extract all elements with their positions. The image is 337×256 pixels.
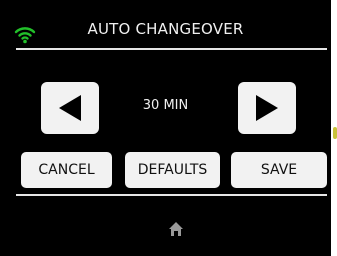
defaults-button[interactable]: DEFAULTS xyxy=(125,152,220,188)
cancel-button[interactable]: CANCEL xyxy=(21,152,112,188)
page-title: AUTO CHANGEOVER xyxy=(87,20,244,38)
side-indicator xyxy=(333,127,337,139)
save-button[interactable]: SAVE xyxy=(231,152,327,188)
header-bar: AUTO CHANGEOVER xyxy=(0,0,331,48)
arrow-right-icon xyxy=(256,95,278,121)
footer-divider xyxy=(16,194,327,196)
thermostat-screen: AUTO CHANGEOVER 30 MIN CANCEL DEFAULTS S… xyxy=(0,0,331,256)
home-icon[interactable] xyxy=(168,221,184,237)
header-divider xyxy=(16,48,327,50)
increase-button[interactable] xyxy=(238,82,296,134)
